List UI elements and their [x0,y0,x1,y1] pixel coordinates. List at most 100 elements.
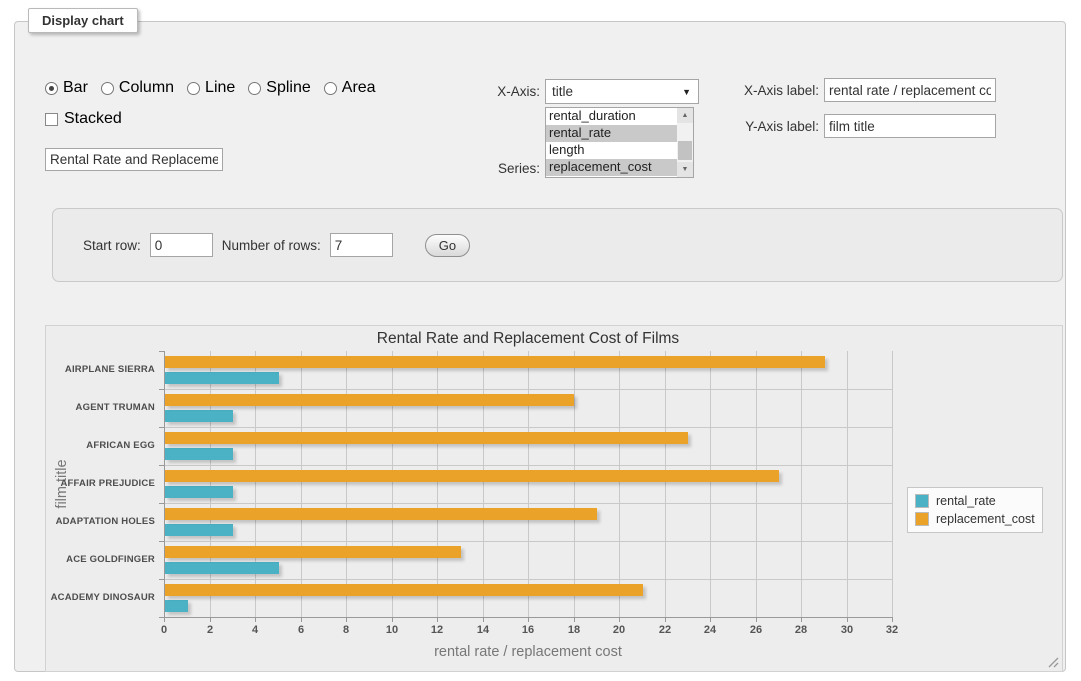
bar-replacement_cost [165,470,779,482]
radio-spline[interactable]: Spline [248,79,310,97]
y-axis-tickmark [159,579,164,580]
bar-replacement_cost [165,356,825,368]
x-axis-select[interactable]: title ▼ [545,79,699,104]
category-label: ACADEMY DINOSAUR [46,579,155,617]
start-row-input[interactable] [150,233,213,257]
x-axis-tickmark [574,617,575,622]
x-axis-tick-label: 28 [795,624,807,636]
y-axis-tickmark [159,465,164,466]
x-axis-tickmark [619,617,620,622]
scroll-down-icon[interactable]: ▼ [677,162,693,177]
y-axis-tickmark [159,617,164,618]
x-axis-select-value: title [552,84,573,99]
bar-replacement_cost [165,394,574,406]
grid-line-horizontal [164,541,892,542]
stacked-checkbox[interactable] [45,113,58,126]
category-label: AFFAIR PREJUDICE [46,465,155,503]
x-axis-tick-label: 14 [477,624,489,636]
resize-handle-icon[interactable] [1047,656,1059,668]
x-axis-tick-label: 20 [613,624,625,636]
bar-rental_rate [165,372,279,384]
radio-line-circle[interactable] [187,82,200,95]
fieldset-legend: Display chart [28,8,138,33]
chart-container: Rental Rate and Replacement Cost of Film… [45,325,1063,672]
y-axis-tickmark [159,351,164,352]
row-range-panel: Start row: Number of rows: Go [52,208,1063,282]
bar-replacement_cost [165,432,688,444]
chart-title: Rental Rate and Replacement Cost of Film… [164,330,892,348]
radio-line[interactable]: Line [187,79,235,97]
grid-line-horizontal [164,465,892,466]
x-axis-tickmark [665,617,666,622]
chart-title-input[interactable] [45,148,223,171]
radio-column[interactable]: Column [101,79,174,97]
y-axis-tickmark [159,541,164,542]
x-axis-tickmark [210,617,211,622]
go-button[interactable]: Go [425,234,470,257]
series-option-replacement-cost[interactable]: replacement_cost [546,159,693,176]
y-axis-label-input[interactable] [824,114,996,138]
x-axis-tick-label: 4 [252,624,258,636]
x-axis-tick-label: 24 [704,624,716,636]
series-list-scrollbar[interactable]: ▲ ▼ [677,108,693,177]
category-label: AIRPLANE SIERRA [46,351,155,389]
num-rows-input[interactable] [330,233,393,257]
grid-line-horizontal [164,427,892,428]
x-axis-tick-label: 16 [522,624,534,636]
grid-line-vertical [255,351,256,617]
grid-line-vertical [892,351,893,617]
series-option-rental-rate[interactable]: rental_rate [546,125,693,142]
radio-column-circle[interactable] [101,82,114,95]
grid-line-vertical [801,351,802,617]
grid-line-vertical [528,351,529,617]
y-axis-tickmark [159,503,164,504]
x-axis-tick-label: 6 [298,624,304,636]
x-axis-title: rental rate / replacement cost [164,644,892,660]
x-axis-tickmark [892,617,893,622]
x-axis-tickmark [392,617,393,622]
x-axis-label-input[interactable] [824,78,996,102]
grid-line-vertical [483,351,484,617]
series-multiselect[interactable]: rental_duration rental_rate length repla… [545,107,694,178]
grid-line-horizontal [164,389,892,390]
bar-replacement_cost [165,508,597,520]
grid-line-vertical [756,351,757,617]
radio-area[interactable]: Area [324,79,376,97]
category-label: ACE GOLDFINGER [46,541,155,579]
x-axis-tickmark [801,617,802,622]
grid-line-vertical [437,351,438,617]
series-option-rental-duration[interactable]: rental_duration [546,108,693,125]
category-label: AFRICAN EGG [46,427,155,465]
radio-bar[interactable]: Bar [45,79,88,97]
x-axis-tickmark [437,617,438,622]
y-axis-tickmark [159,427,164,428]
radio-area-label: Area [342,79,376,97]
bar-rental_rate [165,486,233,498]
page: Display chart Bar Column Line Spline Are… [0,0,1081,681]
x-axis-tickmark [255,617,256,622]
x-axis-tick-label: 12 [431,624,443,636]
radio-spline-circle[interactable] [248,82,261,95]
radio-column-label: Column [119,79,174,97]
radio-bar-circle[interactable] [45,82,58,95]
series-option-length[interactable]: length [546,142,693,159]
scrollbar-thumb[interactable] [678,141,692,160]
grid-line-vertical [665,351,666,617]
chevron-down-icon: ▼ [682,81,691,104]
legend-item-rental_rate: rental_rate [914,492,1036,510]
legend-label-rental_rate: rental_rate [936,494,996,508]
grid-line-vertical [847,351,848,617]
radio-area-circle[interactable] [324,82,337,95]
x-axis-tick-label: 18 [568,624,580,636]
x-axis-tick-label: 30 [841,624,853,636]
radio-line-label: Line [205,79,235,97]
grid-line-vertical [301,351,302,617]
stacked-label: Stacked [64,110,122,128]
x-axis-tick-label: 10 [386,624,398,636]
scroll-up-icon[interactable]: ▲ [677,108,693,123]
x-axis-tickmark [847,617,848,622]
x-axis-text-label: X-Axis label: [705,83,819,98]
num-rows-label: Number of rows: [222,238,321,253]
chart-type-radio-group: Bar Column Line Spline Area [45,79,376,97]
grid-line-vertical [710,351,711,617]
